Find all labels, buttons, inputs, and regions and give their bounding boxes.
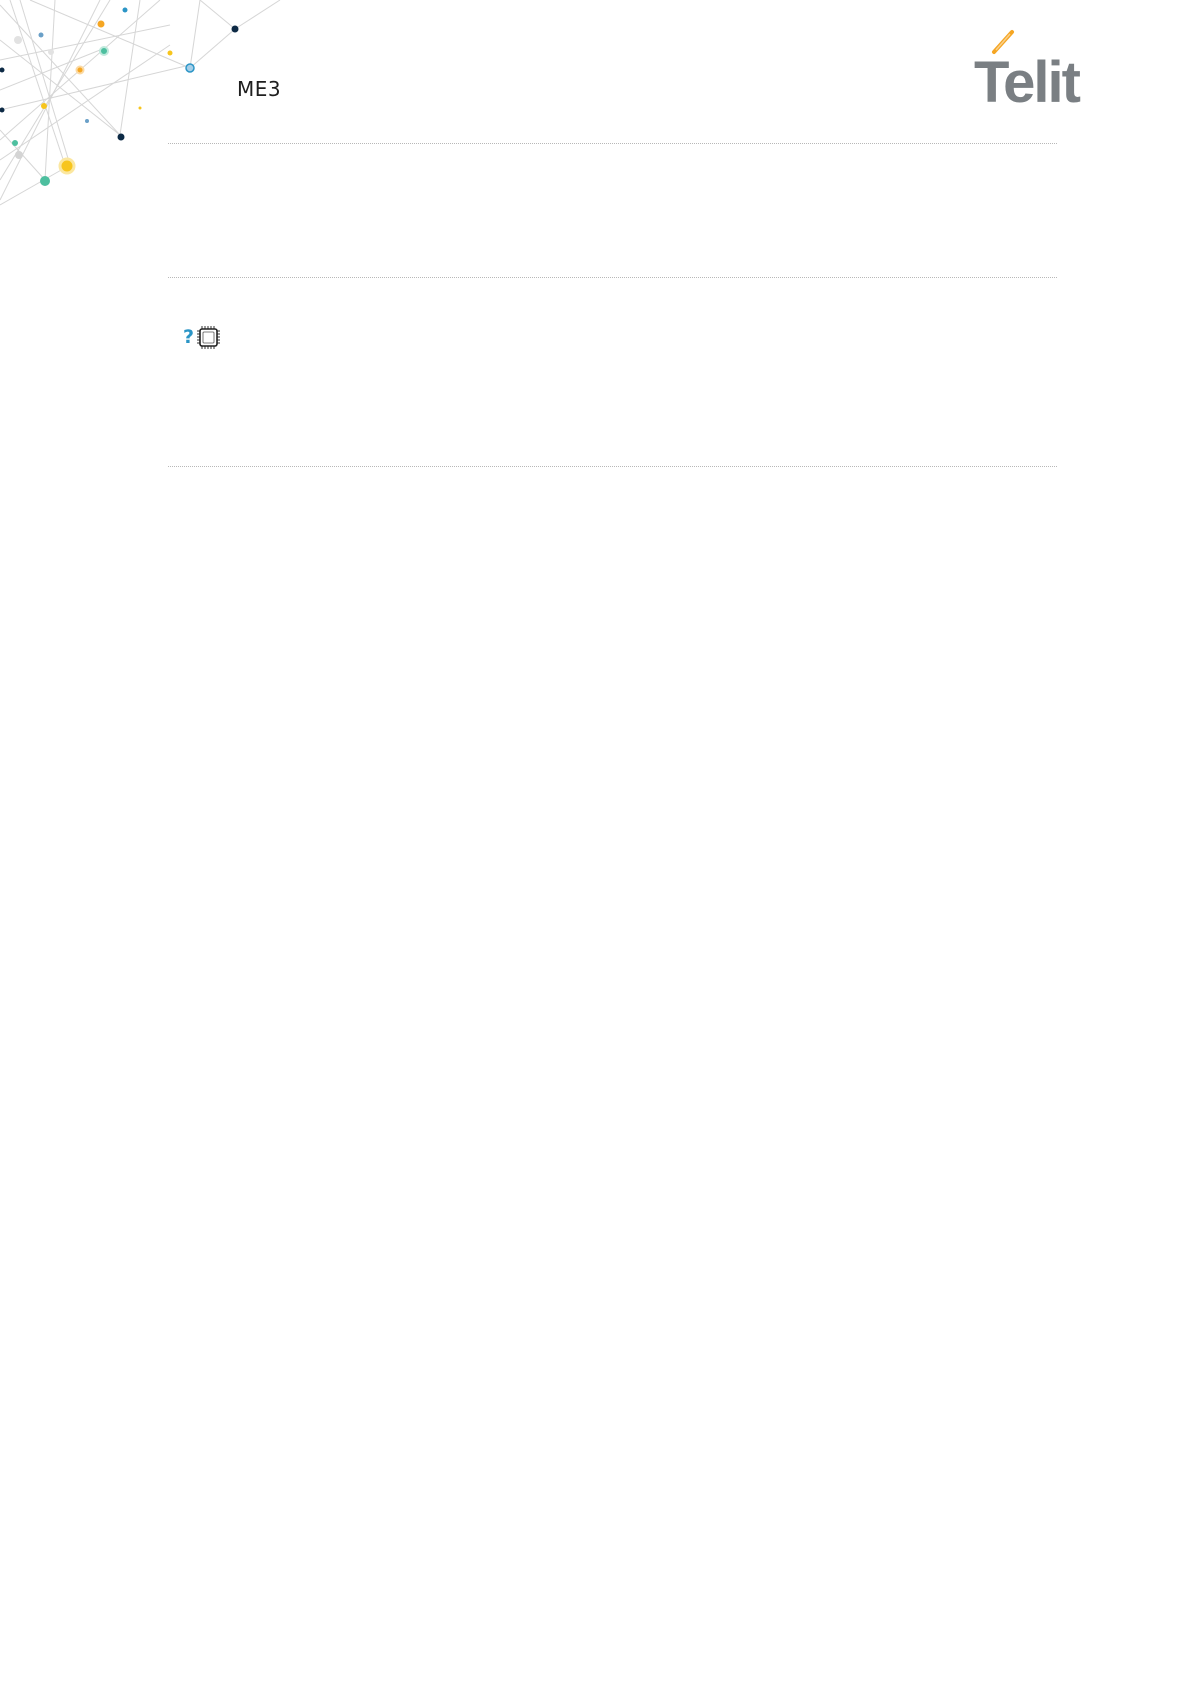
section-divider-bottom bbox=[168, 466, 1057, 467]
document-title: ME3 bbox=[237, 77, 282, 101]
question-mark-icon: ? bbox=[183, 326, 195, 348]
note-marker: ? bbox=[183, 325, 221, 350]
note-block bbox=[168, 285, 1057, 460]
microchip-icon bbox=[197, 326, 221, 349]
section-divider-top bbox=[168, 143, 1057, 144]
logo-wordmark: Telit bbox=[974, 50, 1081, 108]
telit-logo: Telit bbox=[974, 30, 1083, 108]
section-divider-middle bbox=[168, 277, 1057, 278]
empty-content-block bbox=[168, 150, 1057, 270]
